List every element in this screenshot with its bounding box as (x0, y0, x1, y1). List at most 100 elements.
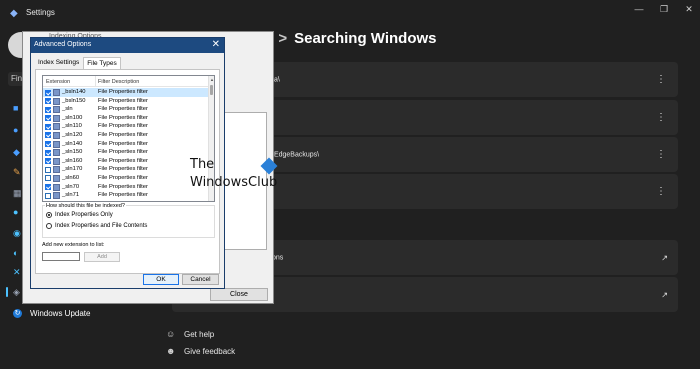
get-help-link[interactable]: ☺ Get help (166, 329, 214, 339)
get-help-label: Get help (184, 329, 215, 339)
row-checkbox[interactable] (45, 184, 51, 191)
row-checkbox[interactable] (45, 98, 51, 105)
breadcrumb: ty>Searching Windows (258, 30, 437, 47)
file-type-icon (53, 192, 60, 200)
radio-index-properties-only[interactable]: Index Properties Only (46, 212, 113, 218)
table-row[interactable]: _sln File Properties filter (43, 105, 209, 114)
row-checkbox[interactable] (45, 175, 51, 182)
tab-index-settings[interactable]: Index Settings (35, 57, 82, 69)
table-row[interactable]: _sln150 File Properties filter (43, 148, 209, 157)
radio-index-properties-and-contents[interactable]: Index Properties and File Contents (46, 223, 147, 229)
time-language-icon[interactable]: ◉ (13, 229, 22, 238)
home-icon[interactable]: ■ (13, 104, 22, 113)
column-header-filter-description[interactable]: Filter Description (98, 79, 139, 85)
radio-button[interactable] (46, 223, 52, 229)
close-icon[interactable]: ✕ (683, 3, 695, 15)
row-checkbox[interactable] (45, 166, 51, 173)
row-checkbox[interactable] (45, 89, 51, 96)
table-row[interactable]: _bsln140 File Properties filter (43, 88, 209, 97)
extension-cell: _sln120 (62, 131, 83, 138)
accounts-icon[interactable]: ● (13, 208, 22, 217)
filter-description-cell: File Properties filter (98, 157, 148, 164)
table-row[interactable]: _sln60 File Properties filter (43, 174, 209, 183)
row-checkbox[interactable] (45, 106, 51, 113)
file-type-icon (53, 106, 60, 114)
row-checkbox[interactable] (45, 158, 51, 165)
table-row[interactable]: _sln140 File Properties filter (43, 140, 209, 149)
bluetooth-icon[interactable]: ● (13, 126, 22, 135)
table-row[interactable]: _sln120 File Properties filter (43, 131, 209, 140)
tab-file-types[interactable]: File Types (83, 57, 121, 69)
scroll-thumb[interactable] (210, 85, 213, 95)
extension-cell: _sln110 (62, 123, 82, 130)
close-icon[interactable]: ✕ (212, 39, 220, 51)
give-feedback-link[interactable]: ☻ Give feedback (166, 346, 235, 356)
table-row[interactable]: _sln80 File Properties filter (43, 200, 209, 202)
row-checkbox[interactable] (45, 192, 51, 199)
table-row[interactable]: _sln70 File Properties filter (43, 183, 209, 192)
filter-description-cell: File Properties filter (98, 123, 148, 130)
file-type-icon (53, 200, 60, 201)
filter-description-cell: File Properties filter (98, 114, 148, 121)
file-type-icon (53, 140, 60, 148)
file-type-icon (53, 174, 60, 182)
row-checkbox[interactable] (45, 132, 51, 139)
ok-button[interactable]: OK (143, 274, 179, 285)
file-type-icon (53, 183, 60, 191)
apps-icon[interactable]: ▦ (13, 189, 22, 198)
watermark-line-1: The (190, 157, 215, 172)
settings-app-icon: ◆ (10, 8, 18, 19)
extension-cell: _sln140 (62, 140, 83, 147)
row-checkbox[interactable] (45, 141, 51, 148)
table-row[interactable]: _sln160 File Properties filter (43, 157, 209, 166)
table-row[interactable]: _sln170 File Properties filter (43, 165, 209, 174)
scroll-up-icon[interactable]: ▲ (209, 77, 214, 82)
personalization-icon[interactable]: ✎ (13, 168, 22, 177)
extension-cell: _sln71 (62, 192, 80, 199)
add-button[interactable]: Add (84, 252, 120, 262)
more-options-icon[interactable]: ⋮ (656, 74, 666, 85)
table-row[interactable]: _sln110 File Properties filter (43, 122, 209, 131)
add-extension-input[interactable] (42, 252, 80, 261)
table-row[interactable]: _sln71 File Properties filter (43, 191, 209, 200)
more-options-icon[interactable]: ⋮ (656, 112, 666, 123)
dialog-tabs: Index Settings File Types (35, 57, 121, 69)
external-link-icon[interactable]: ↗ (661, 290, 668, 299)
column-header-extension[interactable]: Extension (46, 79, 70, 85)
row-checkbox[interactable] (45, 123, 51, 130)
file-type-icon (53, 149, 60, 157)
breadcrumb-separator: > (278, 30, 288, 47)
extension-cell: _sln170 (62, 166, 83, 173)
external-link-icon[interactable]: ↗ (661, 253, 668, 262)
sidebar-item-windows-update[interactable]: ↻ Windows Update (13, 309, 90, 318)
gaming-icon[interactable]: ◐ (13, 249, 22, 258)
row-checkbox[interactable] (45, 115, 51, 122)
column-divider[interactable] (95, 76, 96, 87)
give-feedback-label: Give feedback (184, 346, 236, 356)
help-icon: ☺ (166, 329, 176, 339)
maximize-icon[interactable]: ❐ (658, 3, 670, 15)
more-options-icon[interactable]: ⋮ (656, 186, 666, 197)
filter-description-cell: File Properties filter (98, 166, 148, 173)
minimize-icon[interactable]: — (633, 3, 645, 15)
extension-cell: _sln150 (62, 149, 83, 156)
table-row[interactable]: _sln100 File Properties filter (43, 114, 209, 123)
row-checkbox[interactable] (45, 149, 51, 156)
radio-button[interactable] (46, 212, 52, 218)
accessibility-icon[interactable]: ✕ (13, 268, 22, 277)
row-checkbox[interactable] (45, 201, 51, 202)
radio-label: Index Properties Only (55, 212, 113, 218)
table-row[interactable]: _bsln150 File Properties filter (43, 97, 209, 106)
privacy-icon[interactable]: ◈ (13, 288, 22, 297)
extension-cell: _sln60 (62, 174, 80, 181)
cancel-button[interactable]: Cancel (182, 274, 219, 285)
index-method-group: How should this file be indexed? Index P… (42, 203, 215, 238)
network-icon[interactable]: ◆ (13, 148, 22, 157)
more-options-icon[interactable]: ⋮ (656, 149, 666, 160)
filter-description-cell: File Properties filter (98, 200, 148, 202)
file-type-icon (53, 131, 60, 139)
app-title: Settings (26, 8, 55, 17)
close-button[interactable]: Close (210, 288, 268, 301)
list-header: Extension Filter Description (43, 76, 209, 87)
dialog-title: Advanced Options (34, 41, 92, 48)
